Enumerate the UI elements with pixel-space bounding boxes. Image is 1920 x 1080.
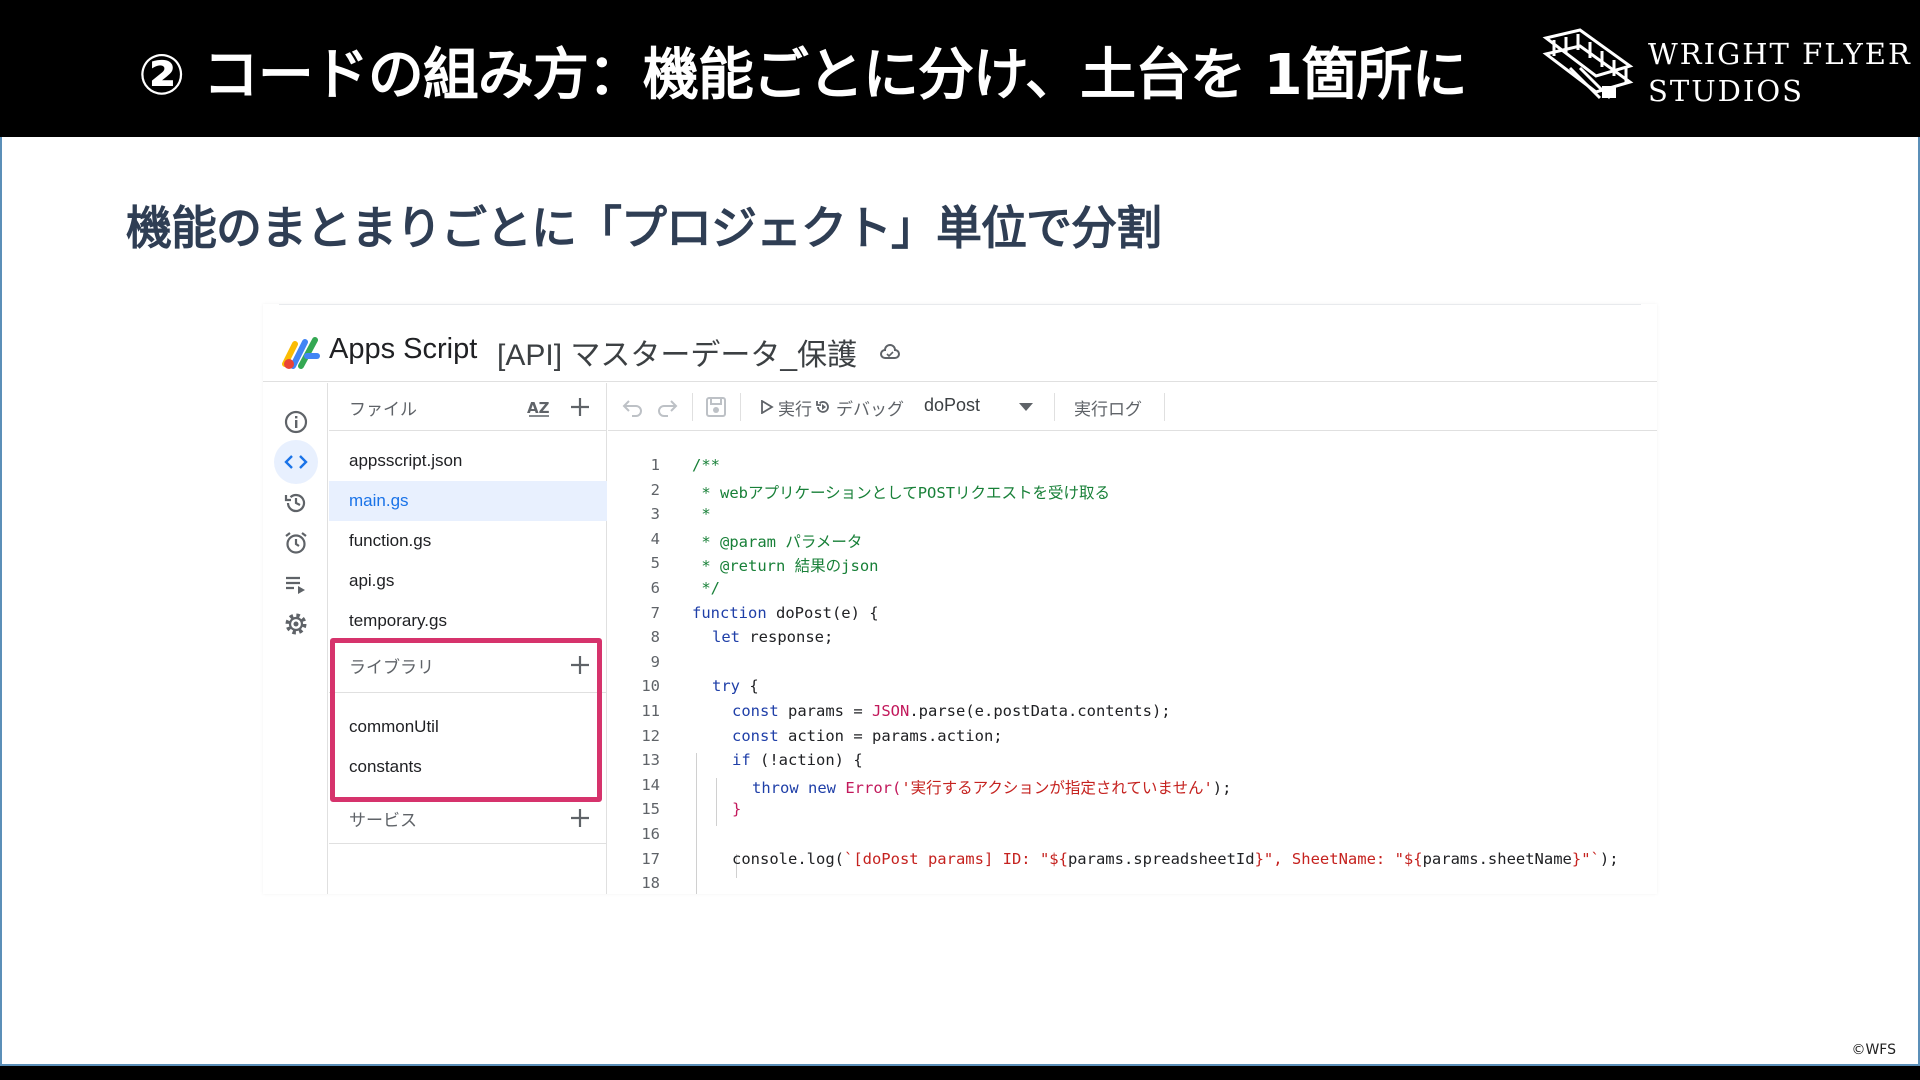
- slide-subtitle: 機能のまとまりごとに「プロジェクト」単位で分割: [126, 201, 1162, 255]
- save-icon[interactable]: [704, 395, 728, 419]
- cloud-saved-icon: [880, 344, 900, 359]
- code-line: 3 *: [650, 505, 711, 524]
- code-editor[interactable]: 1/** 2 * webアプリケーションとしてPOSTリクエストを受け取る 3 …: [608, 456, 1657, 894]
- file-item[interactable]: temporary.gs: [329, 601, 607, 641]
- code-line: 2 * webアプリケーションとしてPOSTリクエストを受け取る: [650, 480, 1111, 502]
- code-line: 17 console.log(`[doPost params] ID: "${pa…: [641, 849, 1619, 868]
- file-item[interactable]: api.gs: [329, 561, 607, 601]
- triggers-button[interactable]: [274, 521, 318, 565]
- settings-button[interactable]: [274, 602, 318, 646]
- frame-left: [0, 137, 2, 1067]
- editor-toolbar: 実行 デバッグ doPost 実行ログ: [608, 383, 1657, 431]
- info-icon: [284, 410, 308, 434]
- code-line: 18: [641, 874, 660, 893]
- sort-az-button[interactable]: AZ: [525, 395, 553, 423]
- executions-button[interactable]: [274, 562, 318, 606]
- code-line: 12 const action = params.action;: [641, 726, 1003, 745]
- executions-icon: [286, 576, 305, 594]
- chevron-down-icon: [1019, 403, 1033, 411]
- code-line: 6 */: [650, 579, 720, 597]
- code-line: 16: [641, 825, 660, 843]
- logo-wordmark: WRIGHT FLYER STUDIOS: [1648, 37, 1912, 108]
- code-line: 1/**: [650, 456, 720, 474]
- add-file-icon[interactable]: [569, 396, 591, 418]
- code-line: 4 * @param パラメータ: [650, 529, 863, 551]
- project-title[interactable]: [API] マスターデータ_保護: [497, 330, 857, 374]
- undo-icon[interactable]: [622, 397, 644, 417]
- debug-icon: [816, 401, 829, 413]
- code-line: 9: [650, 652, 660, 671]
- file-item[interactable]: appsscript.json: [329, 441, 607, 481]
- left-icon-rail: [263, 383, 328, 894]
- apps-script-logo-icon: [282, 337, 320, 369]
- services-header: サービス: [349, 811, 417, 831]
- play-icon: [761, 400, 774, 414]
- code-line: 8 let response;: [650, 628, 834, 647]
- add-service-icon[interactable]: [569, 807, 591, 829]
- libraries-highlight-box: [330, 638, 602, 802]
- apps-script-screenshot: Apps Script [API] マスターデータ_保護 ファイル AZ app…: [263, 304, 1657, 894]
- code-line: 11 const params = JSON.parse(e.postData.c…: [641, 702, 1171, 720]
- file-item-selected[interactable]: main.gs: [329, 481, 607, 521]
- biplane-logo-icon: [1542, 28, 1634, 100]
- history-icon: [284, 493, 306, 513]
- code-line: 5 * @return 結果のjson: [650, 554, 879, 576]
- files-header: ファイル AZ: [329, 383, 607, 431]
- files-title: ファイル: [349, 400, 417, 420]
- code-line: 14 throw new Error('実行するアクションが指定されていません')…: [641, 775, 1232, 797]
- alarm-icon: [285, 532, 307, 554]
- code-line: 15}: [641, 800, 742, 819]
- editor-button[interactable]: [274, 440, 318, 484]
- sort-az-icon: AZ: [527, 399, 550, 417]
- footer-bar: [0, 1066, 1920, 1080]
- code-line: 13 if (!action) {: [641, 751, 863, 770]
- file-item[interactable]: function.gs: [329, 521, 607, 561]
- slide-header: ② コードの組み方：機能ごとに分け、土台を 1箇所に WRIGHT FLYER …: [0, 0, 1920, 137]
- redo-icon[interactable]: [656, 397, 678, 417]
- code-line: 10 try {: [641, 677, 759, 696]
- company-logo: WRIGHT FLYER STUDIOS: [1540, 28, 1910, 108]
- debug-button[interactable]: デバッグ: [814, 395, 914, 420]
- svg-text:AZ: AZ: [527, 399, 550, 417]
- overview-button[interactable]: [274, 400, 318, 444]
- slide-title: ② コードの組み方：機能ごとに分け、土台を 1箇所に: [138, 43, 1468, 108]
- copyright: ©WFS: [1851, 1042, 1896, 1058]
- app-header: Apps Script [API] マスターデータ_保護: [263, 320, 1657, 382]
- settings-icon: [285, 613, 307, 635]
- execution-log-button[interactable]: 実行ログ: [1074, 395, 1142, 420]
- history-button[interactable]: [274, 481, 318, 525]
- code-icon: [284, 455, 308, 469]
- function-select[interactable]: doPost: [924, 395, 1044, 421]
- code-line: 7 function doPost(e) {: [650, 603, 879, 622]
- app-name: Apps Script: [329, 333, 478, 365]
